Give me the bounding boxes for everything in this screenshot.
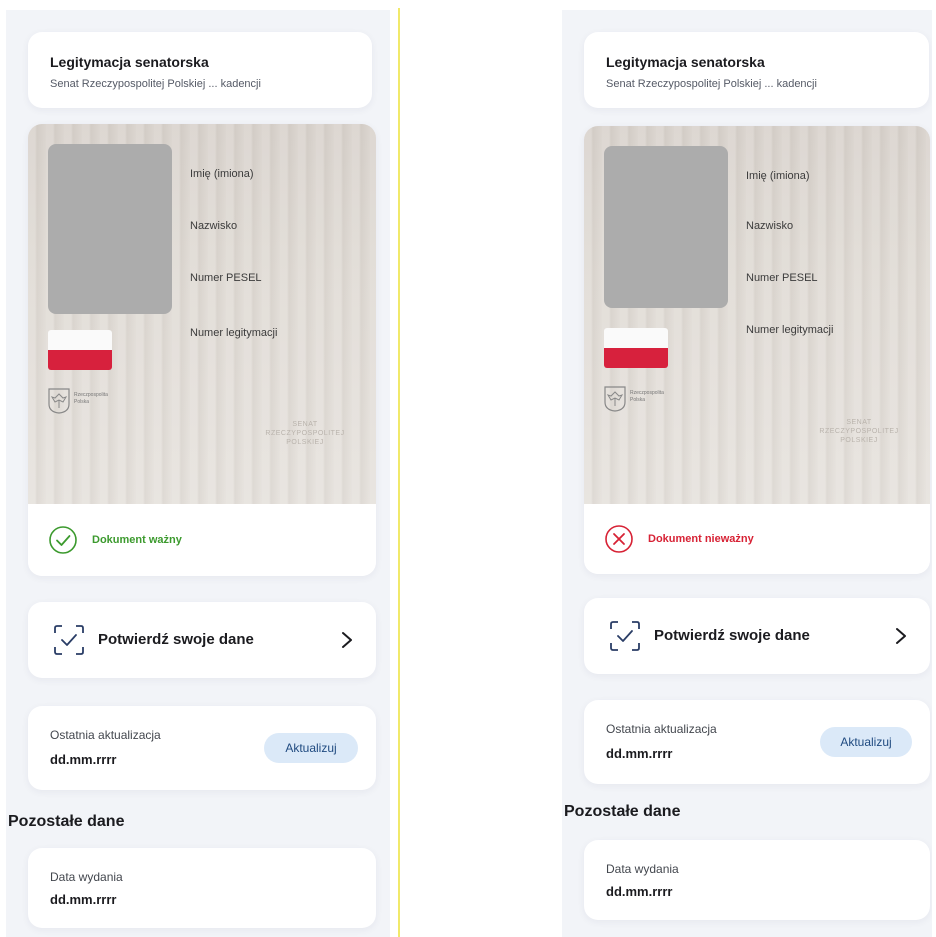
document-card[interactable]: Imię (imiona) Nazwisko Numer PESEL Numer… bbox=[28, 124, 376, 576]
field-first-names: Imię (imiona) bbox=[190, 168, 254, 180]
confirm-data-label: Potwierdź swoje dane bbox=[654, 627, 810, 644]
face-scan-icon bbox=[54, 625, 84, 655]
update-button[interactable]: Aktualizuj bbox=[264, 733, 358, 763]
senate-watermark: SENAT RZECZYPOSPOLITEJ POLSKIEJ bbox=[819, 419, 899, 444]
eagle-emblem-icon bbox=[604, 386, 626, 412]
issue-date-value: dd.mm.rrrr bbox=[50, 892, 117, 907]
last-update-card: Ostatnia aktualizacja dd.mm.rrrr Aktuali… bbox=[584, 700, 930, 784]
status-text: Dokument nieważny bbox=[648, 533, 754, 545]
screen-valid-document: Legitymacja senatorska Senat Rzeczypospo… bbox=[6, 10, 390, 937]
other-data-heading: Pozostałe dane bbox=[8, 813, 125, 830]
confirm-data-button[interactable]: Potwierdź swoje dane bbox=[28, 602, 376, 678]
issue-date-label: Data wydania bbox=[606, 862, 679, 876]
issue-date-card: Data wydania dd.mm.rrrr bbox=[28, 848, 376, 928]
document-card[interactable]: Imię (imiona) Nazwisko Numer PESEL Numer… bbox=[584, 126, 930, 574]
confirm-data-label: Potwierdź swoje dane bbox=[98, 631, 254, 648]
face-scan-icon bbox=[610, 621, 640, 651]
field-pesel: Numer PESEL bbox=[190, 272, 262, 284]
divider-line bbox=[398, 8, 400, 937]
chevron-right-icon bbox=[342, 632, 352, 648]
check-circle-icon bbox=[49, 526, 77, 554]
document-title-card: Legitymacja senatorska Senat Rzeczypospo… bbox=[28, 32, 372, 108]
field-surname: Nazwisko bbox=[746, 220, 794, 232]
field-surname: Nazwisko bbox=[190, 220, 238, 232]
last-update-card: Ostatnia aktualizacja dd.mm.rrrr Aktuali… bbox=[28, 706, 376, 790]
status-text: Dokument ważny bbox=[92, 534, 182, 546]
document-title: Legitymacja senatorska bbox=[50, 54, 209, 70]
polish-flag bbox=[604, 328, 668, 368]
last-update-value: dd.mm.rrrr bbox=[50, 752, 117, 767]
confirm-data-button[interactable]: Potwierdź swoje dane bbox=[584, 598, 930, 674]
update-button[interactable]: Aktualizuj bbox=[820, 727, 912, 757]
last-update-label: Ostatnia aktualizacja bbox=[606, 722, 717, 736]
screen-invalid-document: Legitymacja senatorska Senat Rzeczypospo… bbox=[562, 10, 932, 937]
field-pesel: Numer PESEL bbox=[746, 272, 818, 284]
issue-date-value: dd.mm.rrrr bbox=[606, 884, 673, 899]
document-title-card: Legitymacja senatorska Senat Rzeczypospo… bbox=[584, 32, 929, 108]
polish-flag bbox=[48, 330, 112, 370]
senate-watermark: SENAT RZECZYPOSPOLITEJ POLSKIEJ bbox=[265, 421, 345, 446]
status-row: Dokument nieważny bbox=[584, 504, 930, 574]
status-row: Dokument ważny bbox=[28, 504, 376, 576]
field-id-number: Numer legitymacji bbox=[746, 324, 834, 336]
chevron-right-icon bbox=[896, 628, 906, 644]
last-update-label: Ostatnia aktualizacja bbox=[50, 728, 161, 742]
last-update-value: dd.mm.rrrr bbox=[606, 746, 673, 761]
photo-placeholder bbox=[48, 144, 172, 314]
document-subtitle: Senat Rzeczypospolitej Polskiej ... kade… bbox=[50, 78, 261, 90]
x-circle-icon bbox=[605, 525, 633, 553]
issue-date-label: Data wydania bbox=[50, 870, 123, 884]
emblem-caption: Rzeczpospolita Polska bbox=[630, 390, 664, 403]
other-data-heading: Pozostałe dane bbox=[564, 803, 681, 820]
eagle-emblem-icon bbox=[48, 388, 70, 414]
issue-date-card: Data wydania dd.mm.rrrr bbox=[584, 840, 930, 920]
document-title: Legitymacja senatorska bbox=[606, 54, 765, 70]
document-subtitle: Senat Rzeczypospolitej Polskiej ... kade… bbox=[606, 78, 817, 90]
emblem-caption: Rzeczpospolita Polska bbox=[74, 392, 108, 405]
field-id-number: Numer legitymacji bbox=[190, 327, 278, 339]
field-first-names: Imię (imiona) bbox=[746, 170, 810, 182]
photo-placeholder bbox=[604, 146, 728, 308]
